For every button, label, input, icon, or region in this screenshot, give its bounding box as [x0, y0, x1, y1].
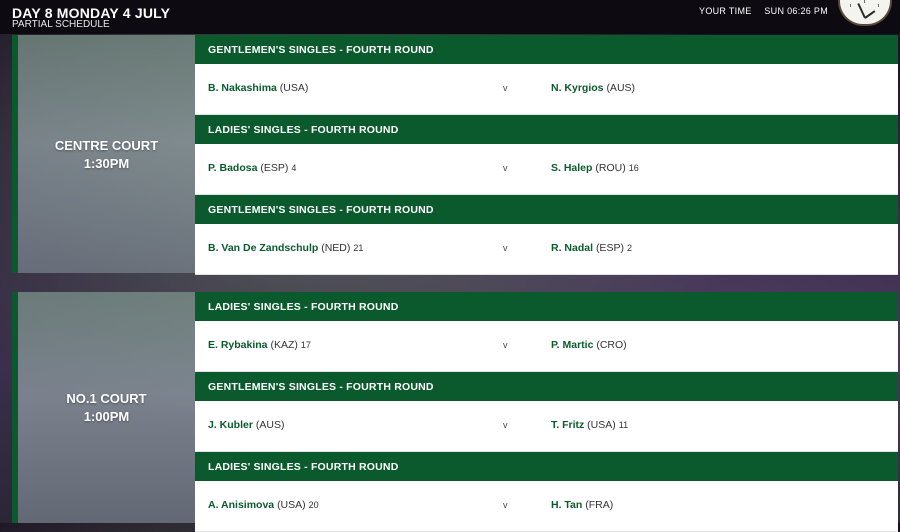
match-row[interactable]: P. Badosa (ESP) 4 v S. Halep (ROU) 16: [195, 144, 898, 195]
player-name[interactable]: J. Kubler: [208, 419, 253, 431]
player-country: (FRA): [585, 499, 614, 511]
page-subtitle: PARTIAL SCHEDULE: [12, 19, 110, 30]
player-1: P. Badosa (ESP) 4: [208, 162, 296, 174]
player-name[interactable]: N. Kyrgios: [551, 82, 604, 94]
player-country: (ESP): [260, 162, 289, 174]
player-name[interactable]: P. Badosa: [208, 162, 257, 174]
player-2: N. Kyrgios (AUS): [551, 82, 638, 94]
player-name[interactable]: P. Martic: [551, 339, 593, 351]
player-name[interactable]: H. Tan: [551, 499, 582, 511]
match-list: LADIES' SINGLES - FOURTH ROUND E. Rybaki…: [195, 292, 898, 532]
your-time-label: YOUR TIME: [699, 6, 752, 16]
top-bar: DAY 8 MONDAY 4 JULY PARTIAL SCHEDULE YOU…: [0, 0, 900, 34]
versus: v: [503, 83, 508, 93]
clock-icon: [838, 0, 892, 26]
player-country: (CRO): [596, 339, 627, 351]
match-list: GENTLEMEN'S SINGLES - FOURTH ROUND B. Na…: [195, 35, 898, 275]
player-country: (KAZ): [270, 339, 298, 351]
player-seed: 17: [300, 340, 311, 350]
player-1: A. Anisimova (USA) 20: [208, 499, 319, 511]
player-name[interactable]: B. Van De Zandschulp: [208, 242, 318, 254]
round-header: GENTLEMEN'S SINGLES - FOURTH ROUND: [195, 195, 898, 224]
player-1: B. Nakashima (USA): [208, 82, 311, 94]
match-row[interactable]: B. Van De Zandschulp (NED) 21 v R. Nadal …: [195, 224, 898, 275]
player-1: E. Rybakina (KAZ) 17: [208, 339, 311, 351]
player-country: (USA): [277, 499, 306, 511]
round-header: LADIES' SINGLES - FOURTH ROUND: [195, 452, 898, 481]
versus: v: [503, 420, 508, 430]
player-name[interactable]: B. Nakashima: [208, 82, 277, 94]
versus: v: [503, 340, 508, 350]
round-header: GENTLEMEN'S SINGLES - FOURTH ROUND: [195, 372, 898, 401]
player-name[interactable]: S. Halep: [551, 162, 592, 174]
player-seed: 20: [308, 500, 319, 510]
player-seed: 16: [628, 163, 639, 173]
player-country: (ROU): [595, 162, 626, 174]
court-time: 1:30PM: [83, 155, 130, 171]
versus: v: [503, 500, 508, 510]
player-country: (AUS): [606, 82, 636, 94]
court-time: 1:00PM: [83, 409, 130, 424]
versus: v: [503, 243, 508, 253]
player-name[interactable]: R. Nadal: [551, 242, 593, 254]
court-block-centre: CENTRE COURT 1:30PM GENTLEMEN'S SINGLES …: [0, 35, 900, 275]
player-country: (USA): [279, 82, 309, 94]
match-row[interactable]: J. Kubler (AUS) v T. Fritz (USA) 11: [195, 401, 898, 452]
match-row[interactable]: A. Anisimova (USA) 20 v H. Tan (FRA): [195, 481, 898, 532]
match-row[interactable]: E. Rybakina (KAZ) 17 v P. Martic (CRO): [195, 321, 898, 372]
player-name[interactable]: T. Fritz: [551, 419, 584, 431]
player-seed: 11: [618, 420, 629, 430]
player-country: (ESP): [595, 242, 624, 254]
player-seed: 2: [626, 243, 632, 253]
player-country: (NED): [321, 242, 351, 254]
player-2: S. Halep (ROU) 16: [551, 162, 639, 174]
player-2: H. Tan (FRA): [551, 499, 616, 511]
player-name[interactable]: E. Rybakina: [208, 339, 268, 351]
court-name: CENTRE COURT: [54, 137, 159, 153]
your-time-value: SUN 06:26 PM: [764, 6, 828, 16]
player-1: B. Van De Zandschulp (NED) 21: [208, 242, 363, 254]
player-2: T. Fritz (USA) 11: [551, 419, 628, 431]
player-country: (AUS): [255, 419, 285, 431]
player-2: P. Martic (CRO): [551, 339, 630, 351]
court-label: NO.1 COURT 1:00PM: [18, 292, 195, 523]
court-name: NO.1 COURT: [66, 391, 147, 406]
round-header: GENTLEMEN'S SINGLES - FOURTH ROUND: [195, 35, 898, 64]
match-row[interactable]: B. Nakashima (USA) v N. Kyrgios (AUS): [195, 64, 898, 115]
versus: v: [503, 163, 508, 173]
court-label: CENTRE COURT 1:30PM: [18, 35, 195, 273]
player-name[interactable]: A. Anisimova: [208, 499, 274, 511]
player-seed: 4: [291, 163, 297, 173]
round-header: LADIES' SINGLES - FOURTH ROUND: [195, 292, 898, 321]
player-1: J. Kubler (AUS): [208, 419, 287, 431]
your-time: YOUR TIME SUN 06:26 PM: [689, 6, 828, 16]
round-header: LADIES' SINGLES - FOURTH ROUND: [195, 115, 898, 144]
player-seed: 21: [353, 243, 364, 253]
court-block-no1: NO.1 COURT 1:00PM LADIES' SINGLES - FOUR…: [0, 292, 900, 532]
player-country: (USA): [587, 419, 616, 431]
player-2: R. Nadal (ESP) 2: [551, 242, 632, 254]
